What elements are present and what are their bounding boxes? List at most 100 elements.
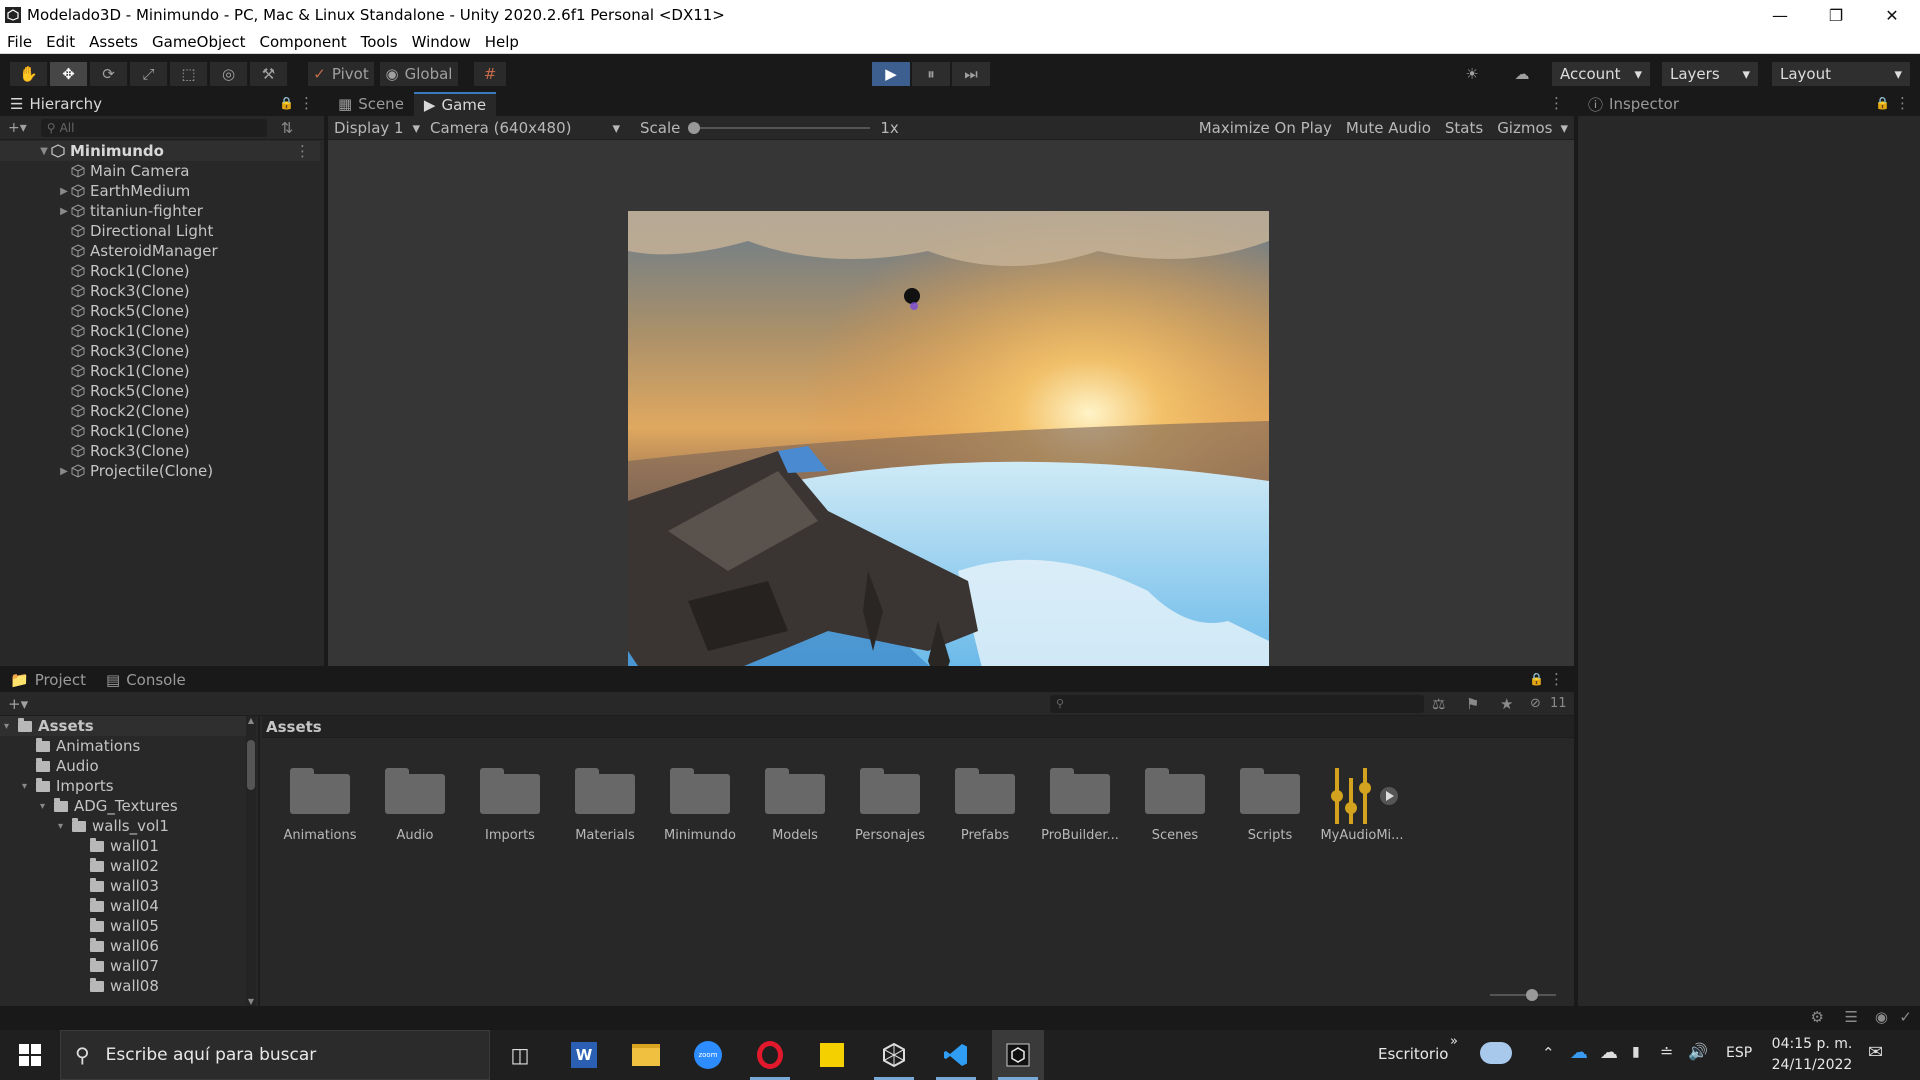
bug-icon[interactable]: ⚙: [1811, 1008, 1824, 1026]
sticky-notes-icon[interactable]: [806, 1030, 858, 1080]
transform-tool-icon[interactable]: ◎: [210, 62, 248, 86]
project-tree-item[interactable]: wall03: [76, 876, 258, 896]
clock[interactable]: 04:15 p. m. 24/11/2022: [1770, 1034, 1854, 1076]
global-toggle[interactable]: ◉ Global: [380, 62, 458, 86]
project-tree-item[interactable]: wall04: [76, 896, 258, 916]
tree-scrollbar[interactable]: ▲ ▼: [246, 716, 256, 1008]
tab-game[interactable]: ▶ Game: [413, 92, 497, 116]
maximize-on-play-toggle[interactable]: Maximize On Play: [1199, 119, 1332, 137]
hidden-packages-icon[interactable]: ⊘: [1530, 696, 1541, 711]
project-search-input[interactable]: ⚲: [1050, 694, 1424, 713]
chevron-down-icon[interactable]: ▾: [1560, 119, 1568, 137]
chevron-down-icon[interactable]: ▾: [40, 801, 54, 812]
search-by-type-icon[interactable]: ⚖: [1432, 695, 1445, 713]
more-options-icon[interactable]: ⋮: [295, 142, 310, 160]
hierarchy-item[interactable]: Rock1(Clone): [0, 421, 320, 441]
asset-folder[interactable]: Materials: [559, 766, 651, 843]
chevron-right-icon[interactable]: »: [1450, 1034, 1458, 1049]
account-dropdown[interactable]: Account ▾: [1552, 62, 1650, 86]
play-button[interactable]: ▶: [872, 62, 910, 86]
project-tree-item[interactable]: Audio: [22, 756, 258, 776]
chevron-right-icon[interactable]: ▶: [58, 186, 70, 197]
hierarchy-item[interactable]: ▶ Projectile(Clone): [0, 461, 320, 481]
unity-editor-icon[interactable]: [992, 1030, 1044, 1080]
chevron-down-icon[interactable]: ▼: [38, 146, 50, 157]
mute-audio-toggle[interactable]: Mute Audio: [1346, 119, 1431, 137]
scroll-up-icon[interactable]: ▲: [246, 716, 256, 725]
grid-snap-icon[interactable]: #: [474, 62, 506, 86]
asset-folder[interactable]: Audio: [369, 766, 461, 843]
notifications-icon[interactable]: ✉: [1868, 1042, 1883, 1063]
hierarchy-item[interactable]: Rock1(Clone): [0, 261, 320, 281]
project-tree-item[interactable]: wall02: [76, 856, 258, 876]
more-options-icon[interactable]: ⋮: [1549, 670, 1564, 688]
display-dropdown[interactable]: Display 1 ▾: [330, 119, 424, 137]
more-options-icon[interactable]: ⋮: [1549, 94, 1564, 112]
asset-folder[interactable]: Animations: [274, 766, 366, 843]
vscode-icon[interactable]: [930, 1030, 982, 1080]
project-tree-item[interactable]: wall07: [76, 956, 258, 976]
hierarchy-item[interactable]: Rock3(Clone): [0, 441, 320, 461]
hierarchy-item[interactable]: ▶ titaniun-fighter: [0, 201, 320, 221]
label-icon[interactable]: ⚑: [1466, 695, 1479, 713]
menu-edit[interactable]: Edit: [39, 33, 82, 51]
word-icon[interactable]: W: [558, 1030, 610, 1080]
gizmos-toggle[interactable]: Gizmos: [1497, 119, 1552, 137]
asset-folder[interactable]: Imports: [464, 766, 556, 843]
rotate-tool-icon[interactable]: ⟳: [90, 62, 128, 86]
audio-mixer-asset[interactable]: MyAudioMi...: [1316, 766, 1408, 843]
file-explorer-icon[interactable]: [620, 1030, 672, 1080]
opera-icon[interactable]: [744, 1030, 796, 1080]
minimize-button[interactable]: —: [1752, 0, 1808, 30]
volume-icon[interactable]: 🔊: [1688, 1042, 1708, 1061]
language-indicator[interactable]: ESP: [1726, 1045, 1752, 1061]
menu-tools[interactable]: Tools: [354, 33, 405, 51]
stack-icon[interactable]: ☰: [1845, 1008, 1858, 1026]
resolution-dropdown[interactable]: Camera (640x480) ▾: [424, 119, 626, 137]
stats-toggle[interactable]: Stats: [1445, 119, 1483, 137]
collab-icon[interactable]: ☀: [1456, 62, 1488, 86]
hierarchy-item[interactable]: Directional Light: [0, 221, 320, 241]
network-icon[interactable]: ◉: [1875, 1008, 1888, 1026]
onedrive-personal-icon[interactable]: ☁: [1600, 1042, 1618, 1063]
scale-tool-icon[interactable]: ⤢: [130, 62, 168, 86]
rect-tool-icon[interactable]: ⬚: [170, 62, 208, 86]
tab-project[interactable]: 📁 Project: [0, 668, 97, 692]
project-tree-item[interactable]: ▾ walls_vol1: [58, 816, 258, 836]
chevron-right-icon[interactable]: ▶: [58, 466, 70, 477]
windows-start-icon[interactable]: [4, 1030, 56, 1080]
scene-row[interactable]: ▼ Minimundo ⋮: [0, 141, 320, 161]
favorite-icon[interactable]: ★: [1500, 695, 1513, 713]
tree-scrollbar-thumb[interactable]: [247, 740, 255, 790]
icon-size-slider[interactable]: [1490, 989, 1556, 1001]
chevron-down-icon[interactable]: ▾: [58, 821, 72, 832]
chevron-down-icon[interactable]: ▾: [22, 781, 36, 792]
menu-file[interactable]: File: [0, 33, 39, 51]
hierarchy-item[interactable]: Rock3(Clone): [0, 281, 320, 301]
lock-icon[interactable]: 🔒: [279, 96, 294, 110]
hierarchy-item[interactable]: Rock1(Clone): [0, 321, 320, 341]
pause-button[interactable]: ⏸: [912, 62, 950, 86]
asset-folder[interactable]: Personajes: [844, 766, 936, 843]
project-tree-item[interactable]: ▾ Imports: [22, 776, 258, 796]
filter-icon[interactable]: ⇅: [281, 119, 294, 137]
more-options-icon[interactable]: ⋮: [299, 94, 314, 112]
cloud-icon[interactable]: ☁: [1504, 62, 1540, 86]
project-tree-item[interactable]: wall01: [76, 836, 258, 856]
menu-assets[interactable]: Assets: [82, 33, 145, 51]
tab-inspector[interactable]: ⓘ Inspector: [1578, 92, 1689, 116]
layers-dropdown[interactable]: Layers ▾: [1662, 62, 1758, 86]
game-view[interactable]: [328, 140, 1574, 692]
hierarchy-search-input[interactable]: ⚲ All: [40, 118, 267, 137]
hierarchy-item[interactable]: Main Camera: [0, 161, 320, 181]
menu-help[interactable]: Help: [478, 33, 526, 51]
custom-tool-icon[interactable]: ⚒: [250, 62, 288, 86]
project-tree-item[interactable]: wall08: [76, 976, 258, 996]
project-tree-item[interactable]: wall05: [76, 916, 258, 936]
check-icon[interactable]: ✓: [1899, 1008, 1912, 1026]
move-tool-icon[interactable]: ✥: [50, 62, 88, 86]
wifi-icon[interactable]: ≐: [1660, 1042, 1673, 1061]
step-button[interactable]: ⏭: [952, 62, 990, 86]
hand-tool-icon[interactable]: ✋: [10, 62, 48, 86]
create-asset-button[interactable]: +▾: [8, 695, 28, 713]
